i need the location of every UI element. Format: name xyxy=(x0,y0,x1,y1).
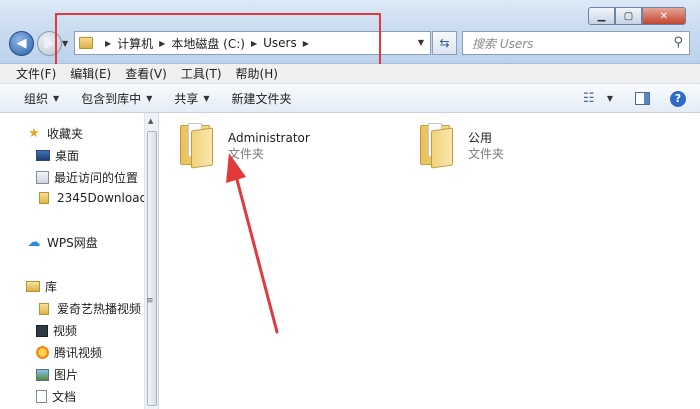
nav-documents[interactable]: 文档 xyxy=(36,388,76,405)
grip-icon: ≡ xyxy=(146,296,154,306)
back-button[interactable]: ◀ xyxy=(9,31,34,56)
folder-icon xyxy=(39,192,49,204)
command-bar-right: ☷ ▼ ? xyxy=(583,84,700,113)
video-icon xyxy=(36,324,48,337)
desktop-icon xyxy=(36,150,50,161)
menu-tools[interactable]: 工具(T) xyxy=(181,65,222,82)
organize-button[interactable]: 组织 ▼ xyxy=(24,90,59,107)
search-placeholder: 搜索 Users xyxy=(472,36,534,51)
cloud-icon: ☁ xyxy=(27,235,41,250)
menu-view[interactable]: 查看(V) xyxy=(125,65,167,82)
nav-favorites[interactable]: ★ 收藏夹 xyxy=(26,125,83,142)
scrollbar-thumb[interactable] xyxy=(147,131,157,406)
file-name: Administrator xyxy=(228,131,310,145)
back-arrow-icon: ◀ xyxy=(16,36,27,51)
forward-arrow-icon: ▶ xyxy=(44,36,55,51)
folder-icon xyxy=(39,302,49,315)
help-icon[interactable]: ? xyxy=(670,90,686,107)
refresh-button[interactable]: ⇆ xyxy=(432,31,457,55)
menu-edit[interactable]: 编辑(E) xyxy=(70,65,111,82)
star-icon: ★ xyxy=(28,126,40,141)
nav-tencent-video[interactable]: 腾讯视频 xyxy=(36,344,102,361)
nav-wps-label: WPS网盘 xyxy=(47,236,98,250)
nav-videos-label: 视频 xyxy=(53,324,78,338)
minimize-icon[interactable]: ▁ xyxy=(588,7,615,25)
preview-pane-icon[interactable] xyxy=(635,92,650,105)
nav-pictures[interactable]: 图片 xyxy=(36,366,78,383)
nav-pictures-label: 图片 xyxy=(54,368,79,382)
folder-icon xyxy=(180,121,216,169)
nav-downloads[interactable]: 2345Downloads xyxy=(36,191,144,205)
nav-downloads-label: 2345Downloads xyxy=(57,191,144,205)
folder-item-administrator[interactable]: Administrator 文件夹 xyxy=(180,121,310,169)
new-folder-label: 新建文件夹 xyxy=(231,91,292,106)
pictures-icon xyxy=(36,368,49,381)
organize-label: 组织 xyxy=(24,91,49,106)
new-folder-button[interactable]: 新建文件夹 xyxy=(232,90,292,107)
tencent-video-icon xyxy=(36,346,49,359)
change-view-icon[interactable]: ☷ xyxy=(583,91,599,106)
file-name: 公用 xyxy=(468,131,493,145)
search-input[interactable]: 搜索 Users ⚲ xyxy=(462,31,690,55)
command-bar: 组织 ▼ 包含到库中 ▼ 共享 ▼ 新建文件夹 ☷ ▼ ? xyxy=(0,84,700,113)
folder-item-public[interactable]: 公用 文件夹 xyxy=(420,121,505,169)
nav-recent-label: 最近访问的位置 xyxy=(54,171,139,185)
nav-desktop[interactable]: 桌面 xyxy=(36,147,79,164)
close-icon[interactable]: ✕ xyxy=(642,7,686,25)
library-icon xyxy=(26,281,40,292)
chevron-down-icon: ▼ xyxy=(53,93,60,103)
nav-iqiyi-label: 爱奇艺热播视频 xyxy=(57,302,142,316)
navigation-pane: ★ 收藏夹 桌面 最近访问的位置 2345Downloads ☁ WPS网盘 库… xyxy=(0,113,144,409)
nav-wps-drive[interactable]: ☁ WPS网盘 xyxy=(26,234,98,251)
nav-tencent-label: 腾讯视频 xyxy=(54,346,103,360)
address-dropdown-icon[interactable]: ▼ xyxy=(418,38,424,47)
folder-icon xyxy=(420,121,456,169)
menu-bar: 文件(F) 编辑(E) 查看(V) 工具(T) 帮助(H) xyxy=(0,64,700,84)
document-icon xyxy=(36,390,47,403)
file-type: 文件夹 xyxy=(468,147,505,161)
nav-documents-label: 文档 xyxy=(52,390,77,404)
share-button[interactable]: 共享 ▼ xyxy=(174,90,209,107)
maximize-icon[interactable]: ▢ xyxy=(615,7,642,25)
share-label: 共享 xyxy=(174,91,199,106)
scroll-up-icon[interactable]: ▲ xyxy=(148,117,153,125)
chevron-down-icon: ▼ xyxy=(203,93,210,103)
navigation-pane-scrollbar[interactable]: ▲ xyxy=(144,113,159,409)
annotation-highlight-box xyxy=(55,13,381,67)
view-dropdown-icon[interactable]: ▼ xyxy=(607,94,613,103)
refresh-icon: ⇆ xyxy=(439,36,450,50)
nav-recent[interactable]: 最近访问的位置 xyxy=(36,169,138,186)
menu-help[interactable]: 帮助(H) xyxy=(236,65,278,82)
recent-places-icon xyxy=(36,171,49,184)
file-type: 文件夹 xyxy=(228,147,265,161)
nav-desktop-label: 桌面 xyxy=(55,149,80,163)
caption-buttons: ▁ ▢ ✕ xyxy=(588,7,686,25)
nav-libraries[interactable]: 库 xyxy=(26,278,57,295)
include-library-label: 包含到库中 xyxy=(81,91,142,106)
nav-favorites-label: 收藏夹 xyxy=(47,127,84,141)
file-list: Administrator 文件夹 公用 文件夹 xyxy=(160,113,700,409)
chevron-down-icon: ▼ xyxy=(146,93,153,103)
search-icon[interactable]: ⚲ xyxy=(673,35,683,50)
nav-libraries-label: 库 xyxy=(45,280,58,294)
menu-file[interactable]: 文件(F) xyxy=(16,65,56,82)
include-in-library-button[interactable]: 包含到库中 ▼ xyxy=(81,90,152,107)
nav-videos[interactable]: 视频 xyxy=(36,322,77,339)
nav-iqiyi[interactable]: 爱奇艺热播视频 xyxy=(36,300,141,317)
